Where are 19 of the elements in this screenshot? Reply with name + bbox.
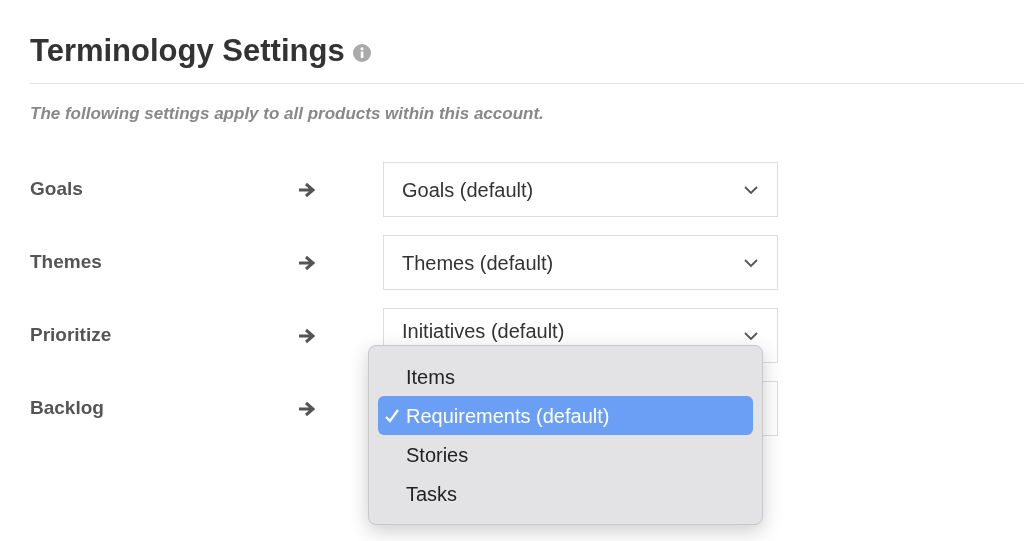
arrow-right-icon xyxy=(298,400,316,417)
setting-label: Themes xyxy=(30,250,103,275)
description-text: The following settings apply to all products within this account. xyxy=(30,102,545,125)
chevron-down-icon xyxy=(743,257,759,268)
chevron-down-icon xyxy=(743,184,759,195)
select-field[interactable]: Goals (default) xyxy=(383,162,778,217)
select-field[interactable]: Themes (default) xyxy=(383,235,778,290)
menu-option[interactable]: Tasks xyxy=(378,474,753,513)
arrow-right-icon xyxy=(298,181,316,198)
page-title: Terminology Settings xyxy=(30,32,345,70)
setting-label: Backlog xyxy=(30,396,105,421)
info-icon[interactable] xyxy=(352,44,371,63)
setting-label: Goals xyxy=(30,177,84,202)
setting-label: Prioritize xyxy=(30,323,113,348)
menu-option[interactable]: Stories xyxy=(378,435,753,474)
arrow-right-icon xyxy=(298,254,316,271)
chevron-down-icon xyxy=(743,330,759,341)
arrow-right-icon xyxy=(298,327,316,344)
checkmark-icon xyxy=(384,407,400,424)
